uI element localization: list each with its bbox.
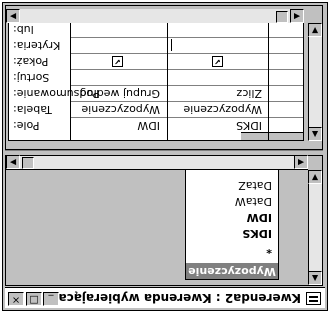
grid-cell-tabela[interactable]: Wypozyczenie [171,102,265,116]
checkmark-icon[interactable]: ✔ [212,56,223,67]
scroll-left-arrow-icon[interactable]: ◀ [294,155,308,169]
grid-cell-kryteria[interactable] [171,38,265,52]
grid-cell-sortuj[interactable] [71,70,163,84]
design-grid-pane: Pole: Tabela: Podsumowanie: Sortuj: Poka… [5,5,323,150]
grid-vscroll[interactable]: ▲ ▼ [308,23,322,141]
row-label-sortuj: Sortuj: [13,71,50,84]
window-title: Kwerenda2 : Kwerenda wybierająca [58,291,302,305]
field-item[interactable]: IDKS [190,225,272,241]
checkmark-icon[interactable]: ✔ [112,56,123,67]
row-labels: Pole: Tabela: Podsumowanie: Sortuj: Poka… [9,20,99,140]
field-item[interactable]: * [190,241,272,257]
field-item[interactable]: IDW [190,209,272,225]
grid-cell-kryteria[interactable] [71,38,163,52]
grid-cell-lub[interactable] [171,22,265,36]
table-pane-vscroll[interactable]: ▲ ▼ [308,170,322,285]
grid-cell-lub[interactable] [71,22,163,36]
row-label-pole: Pole: [13,119,40,132]
grid-cell-sortuj[interactable] [171,70,265,84]
grid-cell-pole[interactable]: IDKS [171,118,265,132]
scroll-down-arrow-icon[interactable]: ▼ [308,170,322,184]
grid-cell-podsumowanie[interactable]: Grupuj według [71,86,163,100]
field-item[interactable]: DataZ [190,177,272,193]
query-icon[interactable] [306,292,321,305]
row-label-pokaz: Pokaż: [13,55,49,68]
minimize-button[interactable]: _ [43,292,59,306]
grid-corner [241,132,303,140]
scroll-up-arrow-icon[interactable]: ▲ [308,271,322,285]
row-label-kryteria: Kryteria: [13,39,61,52]
text-cursor [171,39,172,51]
scroll-down-arrow-icon[interactable]: ▼ [308,23,322,37]
grid-hscroll[interactable]: ◀ ▶ [6,9,304,23]
query-window: Kwerenda2 : Kwerenda wybierająca _ □ × W… [2,2,328,311]
scroll-up-arrow-icon[interactable]: ▲ [308,127,322,141]
scroll-right-arrow-icon[interactable]: ▶ [6,155,20,169]
table-pane-hscroll[interactable]: ◀ ▶ [6,155,308,170]
hscroll-thumb[interactable] [22,157,34,169]
grid-cell-tabela[interactable]: Wypozyczenie [71,102,163,116]
field-item[interactable]: DataW [190,193,272,209]
table-name: Wypozyczenie [186,263,278,279]
field-list: * IDKS IDW DataW DataZ [190,177,272,257]
hscroll-thumb[interactable] [276,11,288,23]
design-grid: Pole: Tabela: Podsumowanie: Sortuj: Poka… [8,20,304,141]
table-pane: Wypozyczenie * IDKS IDW DataW DataZ ▲ ▼ … [5,155,323,286]
scroll-left-arrow-icon[interactable]: ◀ [290,9,304,23]
scroll-right-arrow-icon[interactable]: ▶ [6,9,20,23]
maximize-button[interactable]: □ [26,292,42,306]
grid-cell-pole[interactable]: IDW [71,118,163,132]
table-field-list[interactable]: Wypozyczenie * IDKS IDW DataW DataZ [185,164,279,280]
close-button[interactable]: × [8,292,24,306]
pane-splitter[interactable] [5,150,323,155]
row-label-tabela: Tabela: [13,103,52,116]
grid-cell-podsumowanie[interactable]: Zlicz [171,86,265,100]
row-label-lub: lub: [13,23,34,36]
title-bar[interactable]: Kwerenda2 : Kwerenda wybierająca _ □ × [5,287,325,308]
